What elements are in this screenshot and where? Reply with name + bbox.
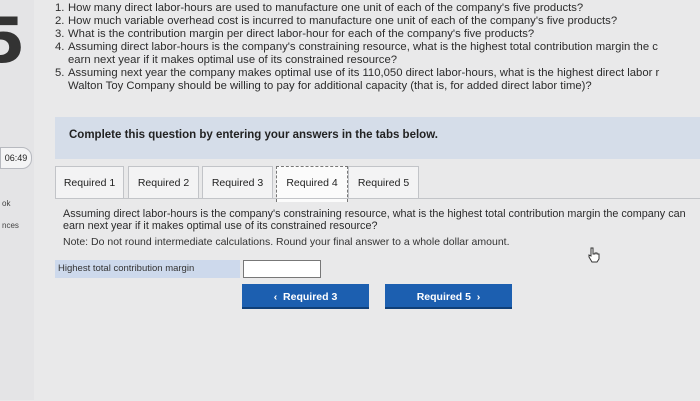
instruction-text: Complete this question by entering your … — [69, 129, 438, 141]
question-item: 2. How much variable overhead cost is inc… — [55, 15, 618, 27]
tab-required-2[interactable]: Required 2 — [128, 166, 199, 199]
question-item: 1. How many direct labor-hours are used t… — [55, 2, 584, 14]
contribution-margin-input[interactable] — [243, 260, 321, 278]
answer-panel: Assuming direct labor-hours is the compa… — [55, 198, 700, 401]
answer-label: Highest total contribution margin — [55, 260, 240, 278]
tab-required-4[interactable]: Required 4 — [276, 166, 348, 202]
answer-row: Highest total contribution margin — [55, 260, 321, 278]
chevron-left-icon: ‹ — [273, 291, 284, 303]
left-rail: 5 06:49 ok nces — [0, 0, 34, 400]
prev-required-button[interactable]: ‹ Required 3 — [242, 284, 369, 309]
mouse-cursor-icon — [588, 247, 600, 263]
tab-required-5[interactable]: Required 5 — [348, 166, 419, 199]
question-item: 4. Assuming direct labor-hours is the com… — [55, 41, 658, 66]
question-prompt: Assuming direct labor-hours is the compa… — [63, 208, 686, 232]
rounding-note: Note: Do not round intermediate calculat… — [63, 236, 510, 248]
next-required-button[interactable]: Required 5 › — [385, 284, 512, 309]
question-list: 1. How many direct labor-hours are used t… — [55, 2, 700, 93]
instruction-bar: Complete this question by entering your … — [55, 117, 700, 159]
rail-label-references[interactable]: nces — [2, 221, 19, 230]
question-item: 3. What is the contribution margin per di… — [55, 28, 535, 40]
chevron-right-icon: › — [470, 291, 481, 303]
rail-label-ok[interactable]: ok — [2, 199, 10, 208]
question-number: 5 — [0, 4, 26, 77]
tab-required-3[interactable]: Required 3 — [202, 166, 273, 199]
question-item: 5. Assuming next year the company makes o… — [55, 67, 660, 92]
tab-required-1[interactable]: Required 1 — [55, 166, 124, 199]
timer-badge: 06:49 — [0, 147, 32, 169]
